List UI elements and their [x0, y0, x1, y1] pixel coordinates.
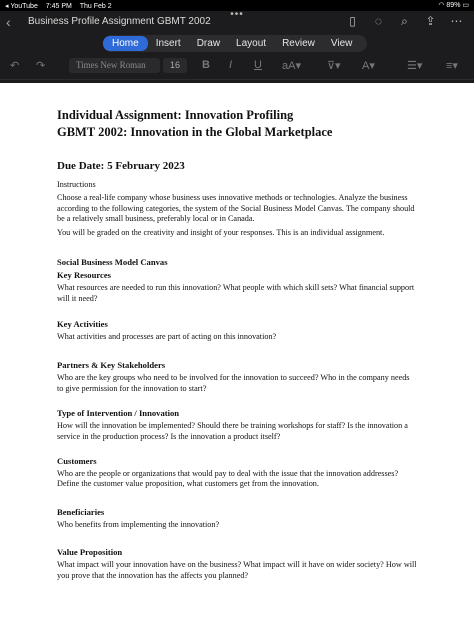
- tab-home[interactable]: Home: [103, 36, 148, 51]
- status-time: 7:45 PM: [45, 2, 72, 10]
- title-bar: ••• ‹ Business Profile Assignment GBMT 2…: [0, 10, 474, 33]
- section-text: Who benefits from implementing the innov…: [57, 520, 220, 530]
- document-title[interactable]: Business Profile Assignment GBMT 2002: [28, 16, 211, 27]
- section-text: What resources are needed to run this in…: [57, 282, 415, 303]
- status-left: ◂ YouTube 7:45 PM Thu Feb 2: [5, 2, 118, 10]
- search-icon[interactable]: ⌕: [397, 14, 412, 29]
- more-icon[interactable]: ⋯: [449, 14, 464, 29]
- due-date: Due Date: 5 February 2023: [57, 160, 185, 172]
- section-heading: Key Resources: [57, 269, 112, 280]
- section-heading: Key Activities: [57, 318, 108, 329]
- tab-view[interactable]: View: [323, 36, 361, 51]
- status-date: Thu Feb 2: [79, 2, 112, 10]
- formatting-toolbar: ↶ ↷ Times New Roman 16 B I U aA▾ ⊽▾ A▾ ☰…: [0, 53, 474, 80]
- doc-heading-2: GBMT 2002: Innovation in the Global Mark…: [57, 125, 333, 139]
- font-name-field[interactable]: Times New Roman: [69, 58, 160, 73]
- tab-insert[interactable]: Insert: [148, 36, 189, 51]
- instructions-paragraph-1: Choose a real-life company whose busines…: [57, 192, 415, 224]
- section-text: Who are the key groups who need to be in…: [57, 373, 410, 394]
- bullets-icon[interactable]: ☰▾: [407, 59, 422, 72]
- wifi-icon: ◠: [438, 2, 445, 9]
- section-text: What impact will your innovation have on…: [57, 559, 417, 580]
- top-icons: ▯ ◌ ⌕ ⇪ ⋯: [345, 14, 464, 29]
- tab-layout[interactable]: Layout: [228, 36, 274, 51]
- document-body[interactable]: Individual Assignment: Innovation Profil…: [57, 83, 417, 582]
- section-heading: Value Proposition: [57, 546, 123, 557]
- section-heading: Type of Intervention / Innovation: [57, 407, 180, 418]
- instructions-paragraph-2: You will be graded on the creativity and…: [57, 228, 385, 238]
- highlight-icon[interactable]: ⊽▾: [327, 59, 341, 72]
- section-heading: Customers: [57, 455, 97, 466]
- doc-heading-1: Individual Assignment: Innovation Profil…: [57, 108, 294, 122]
- share-icon[interactable]: ⇪: [423, 14, 438, 29]
- tab-draw[interactable]: Draw: [189, 36, 228, 51]
- font-color-icon[interactable]: A▾: [362, 59, 375, 72]
- bold-icon[interactable]: B: [202, 59, 210, 71]
- battery-percent: 89%: [446, 2, 461, 9]
- lightbulb-icon[interactable]: ◌: [371, 14, 386, 29]
- section-text: What activities and processes are part o…: [57, 331, 277, 341]
- canvas-heading: Social Business Model Canvas: [57, 256, 168, 267]
- phone-view-icon[interactable]: ▯: [345, 14, 360, 29]
- battery-icon: ▭: [462, 2, 469, 9]
- redo-icon[interactable]: ↷: [36, 59, 45, 72]
- ribbon-tabs: Home Insert Draw Layout Review View: [0, 33, 474, 53]
- more-format-icon[interactable]: ≡▾: [446, 59, 458, 72]
- back-to-app-link[interactable]: ◂ YouTube: [5, 3, 38, 10]
- undo-icon[interactable]: ↶: [10, 59, 19, 72]
- multitask-dots-icon[interactable]: •••: [230, 10, 244, 20]
- section-text: Who are the people or organizations that…: [57, 468, 399, 489]
- back-chevron-icon[interactable]: ‹: [6, 14, 11, 30]
- italic-icon[interactable]: I: [229, 59, 232, 71]
- text-size-icon[interactable]: aA▾: [282, 59, 301, 72]
- instructions-heading: Instructions: [57, 180, 96, 189]
- section-heading: Partners & Key Stakeholders: [57, 360, 166, 371]
- section-heading: Beneficiaries: [57, 507, 105, 518]
- font-size-field[interactable]: 16: [163, 58, 187, 73]
- status-right: ◠ 89% ▭: [438, 1, 469, 9]
- section-text: How will the innovation be implemented? …: [57, 420, 408, 441]
- underline-icon[interactable]: U: [254, 59, 262, 71]
- tab-bar: Home Insert Draw Layout Review View: [103, 35, 367, 52]
- tab-review[interactable]: Review: [274, 36, 323, 51]
